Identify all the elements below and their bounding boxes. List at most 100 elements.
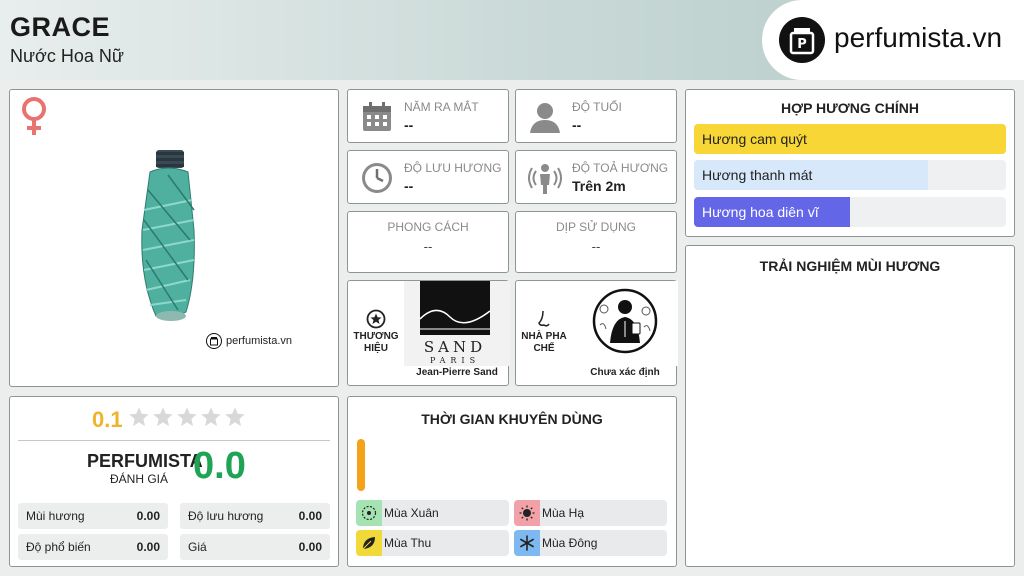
female-icon: [22, 97, 46, 135]
star-icon[interactable]: [200, 405, 222, 429]
page-subtitle: Nước Hoa Nữ: [10, 46, 124, 66]
perfumer-name: Chưa xác định: [590, 367, 660, 378]
metric-label: Độ lưu hương: [188, 509, 264, 523]
star-icon[interactable]: [128, 405, 150, 429]
style-tile: PHONG CÁCH --: [347, 211, 509, 273]
sun-icon: [519, 505, 535, 521]
star-icon[interactable]: [176, 405, 198, 429]
longevity-label: ĐỘ LƯU HƯƠNG: [404, 161, 502, 175]
metric-label: Độ phổ biến: [26, 540, 91, 554]
site-logo[interactable]: P perfumista.vn: [762, 0, 1024, 80]
brand-logo-subtext: PARIS: [430, 356, 480, 365]
accord-bar: Hương thanh mát: [694, 160, 1006, 190]
brand-tile[interactable]: THƯƠNG HIỆU SAND PARIS Jean-Pierre Sand: [347, 280, 510, 386]
season-label: Mùa Đông: [542, 536, 598, 550]
perfumer-side: NHÀ PHA CHẾ: [516, 281, 572, 385]
perfume-bottle-image: [141, 150, 195, 321]
watermark: perfumista.vn: [206, 333, 292, 349]
season-spring: Mùa Xuân: [356, 500, 509, 526]
scent-experience-card: TRẢI NGHIỆM MÙI HƯƠNG: [685, 245, 1015, 567]
star-icon[interactable]: [152, 405, 174, 429]
main-accords-card: HỢP HƯƠNG CHÍNH Hương cam quýt Hương than…: [685, 89, 1015, 237]
accord-bar: Hương hoa diên vĩ: [694, 197, 1006, 227]
leaf-icon: [362, 537, 375, 550]
spring-icon: [361, 505, 377, 521]
season-label: Mùa Xuân: [384, 506, 439, 520]
style-label: PHONG CÁCH: [387, 220, 469, 234]
metric-value: 0.00: [136, 509, 160, 523]
brand-logo-image: SAND PARIS: [404, 281, 510, 366]
season-label: Mùa Thu: [384, 536, 432, 550]
occasion-label: DỊP SỬ DỤNG: [555, 220, 637, 234]
rating-sub-label: ĐÁNH GIÁ: [110, 472, 169, 486]
metric-label: Mùi hương: [26, 509, 85, 523]
watermark-logo-icon: [206, 333, 222, 349]
snowflake-icon: [520, 535, 534, 551]
star-badge-icon: [366, 309, 386, 329]
season-label: Mùa Hạ: [542, 506, 585, 520]
sillage-label: ĐỘ TOẢ HƯƠNG: [572, 161, 669, 175]
season-summer: Mùa Hạ: [514, 500, 667, 526]
metric-value: 0.00: [298, 540, 322, 554]
brand-label: THƯƠNG HIỆU: [353, 331, 399, 354]
accords-title: HỢP HƯƠNG CHÍNH: [781, 100, 919, 116]
occasion-tile: DỊP SỬ DỤNG --: [515, 211, 677, 273]
sillage-value: Trên 2m: [572, 178, 626, 194]
metric-longevity: Độ lưu hương 0.00: [180, 503, 330, 529]
brand-name: Jean-Pierre Sand: [416, 367, 498, 378]
experience-title: TRẢI NGHIỆM MÙI HƯƠNG: [759, 258, 941, 274]
rating-value: 0.1: [92, 407, 123, 432]
age-label: ĐỘ TUỔI: [572, 100, 622, 114]
logo-text: perfumista.vn: [834, 22, 1003, 53]
style-value: --: [423, 239, 433, 254]
rating-stars[interactable]: [128, 405, 246, 429]
brand-logo-text: SAND: [424, 338, 486, 356]
page-title: GRACE: [10, 12, 111, 42]
longevity-tile: ĐỘ LƯU HƯƠNG --: [347, 150, 509, 204]
sand-logo: SAND PARIS: [419, 281, 491, 365]
rating-card: 0.1 PERFUMISTA ĐÁNH GIÁ 0.0 Mùi hương 0.…: [9, 396, 339, 567]
accord-label: Hương cam quýt: [702, 131, 807, 147]
metric-label: Giá: [188, 540, 207, 554]
perfumista-label: PERFUMISTA: [87, 451, 203, 471]
svg-text:P: P: [797, 37, 807, 52]
time-indicator-bar: [357, 439, 365, 491]
perfumista-score: 0.0: [193, 445, 246, 487]
perfume-logo-icon: P: [779, 17, 825, 63]
accord-label: Hương thanh mát: [702, 167, 813, 183]
person-icon: [530, 103, 560, 133]
perfumer-image: [572, 281, 678, 366]
occasion-value: --: [591, 239, 601, 254]
release-year-value: --: [404, 117, 414, 133]
product-image-card: perfumista.vn: [9, 89, 339, 387]
watermark-text: perfumista.vn: [226, 335, 293, 347]
brand-side: THƯƠNG HIỆU: [348, 281, 404, 385]
accord-label: Hương hoa diên vĩ: [702, 204, 819, 220]
perfumer-avatar: [592, 288, 658, 354]
season-winter: Mùa Đông: [514, 530, 667, 556]
nose-icon: [538, 310, 550, 327]
clock-icon: [362, 163, 392, 193]
recommended-time-card: THỜI GIAN KHUYÊN DÙNG Mùa Xuân Mùa Hạ Mù…: [347, 396, 677, 567]
metric-price: Giá 0.00: [180, 534, 330, 560]
longevity-value: --: [404, 178, 414, 194]
season-autumn: Mùa Thu: [356, 530, 509, 556]
metric-value: 0.00: [298, 509, 322, 523]
header: GRACE Nước Hoa Nữ P perfumista.vn: [0, 0, 1024, 80]
age-value: --: [572, 117, 582, 133]
perfumer-label: NHÀ PHA CHẾ: [521, 331, 567, 354]
accord-bar: Hương cam quýt: [694, 124, 1006, 154]
metric-popularity: Độ phổ biến 0.00: [18, 534, 168, 560]
sillage-icon: [528, 164, 562, 194]
calendar-icon: [363, 102, 391, 131]
recommended-time-title: THỜI GIAN KHUYÊN DÙNG: [421, 411, 603, 427]
release-year-label: NĂM RA MẮT: [404, 100, 479, 114]
release-year-tile: NĂM RA MẮT --: [347, 89, 509, 143]
metric-scent: Mùi hương 0.00: [18, 503, 168, 529]
star-icon[interactable]: [224, 405, 246, 429]
perfumer-tile[interactable]: NHÀ PHA CHẾ Chưa xác định: [515, 280, 678, 386]
divider: [18, 440, 330, 441]
metric-value: 0.00: [136, 540, 160, 554]
sillage-tile: ĐỘ TOẢ HƯƠNG Trên 2m: [515, 150, 677, 204]
age-tile: ĐỘ TUỔI --: [515, 89, 677, 143]
